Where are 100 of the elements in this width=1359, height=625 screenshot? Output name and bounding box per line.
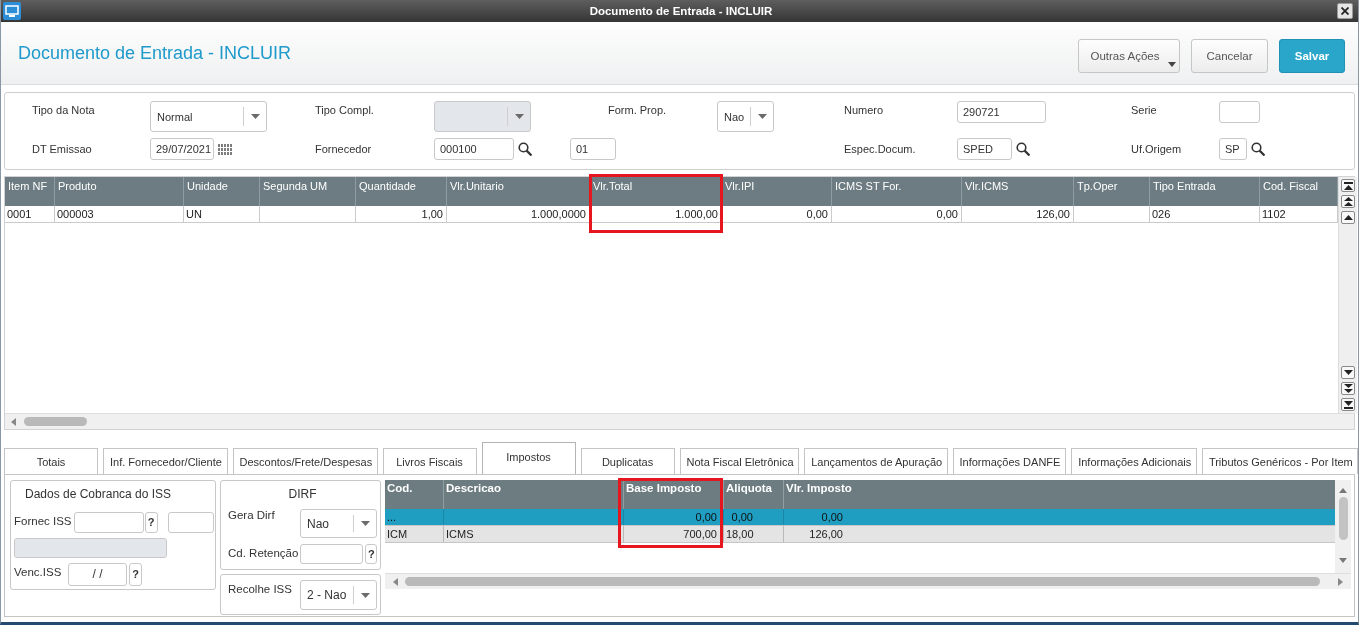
group-title: DIRF [287,487,318,502]
table-cell: 126,00 [962,206,1074,223]
field-label: Tipo Compl. [314,103,375,116]
tab[interactable]: Impostos [481,442,576,474]
column-header: Vlr. Imposto [786,482,852,494]
input-field[interactable] [167,511,214,534]
input-field[interactable]: SPED [957,138,1012,160]
scroll-up-button[interactable] [1341,211,1355,224]
field-label: Tipo da Nota [32,103,96,116]
table-cell: 1.000,0000 [447,206,590,223]
scroll-down-button[interactable] [1341,366,1355,379]
tab[interactable]: Nota Fiscal Eletrônica [679,448,800,474]
column-header: Tp.Oper [1077,180,1118,192]
dropdown[interactable]: Nao [717,101,774,132]
field-label: Venc.ISS [14,564,63,578]
tab[interactable]: Descontos/Frete/Despesas [232,448,378,474]
close-button[interactable] [1337,3,1353,19]
cancel-button[interactable]: Cancelar [1191,39,1268,73]
dropdown[interactable]: 2 - Nao [300,580,377,610]
down-to-bar-icon [1343,400,1353,409]
tab[interactable]: Livros Fiscais [382,448,477,474]
help-button[interactable]: ? [144,511,158,534]
scroll-to-top-button[interactable] [1341,179,1355,192]
caret-icon [757,114,767,119]
field-label: DT Emissao [32,143,93,155]
help-button[interactable]: ? [129,562,142,586]
input-field[interactable] [73,511,144,534]
scrollbar-thumb[interactable] [24,417,87,426]
down-triangle-icon[interactable] [1339,558,1347,563]
tab[interactable]: Tributos Genéricos - Por Item [1201,448,1358,474]
page-down-button[interactable] [1341,382,1355,395]
table-row[interactable]: ICM ICMS 700,00 18,00 126,00 [385,526,1335,543]
tab[interactable]: Totais [4,448,98,474]
table-cell: 0,00 [832,206,962,223]
column-header: Produto [58,180,97,192]
monitor-icon [3,2,21,20]
down-triangle-icon [1343,370,1353,375]
dropdown[interactable]: Normal [150,101,267,132]
table-cell-text: 0,00 [820,510,844,525]
table-cell: 1,00 [356,206,447,223]
column-header: Segunda UM [263,180,328,192]
input-field[interactable]: 29/07/2021 [150,138,214,160]
input-field[interactable]: / / [68,562,127,586]
field-label: Espec.Docum. [844,143,917,155]
column-header: Base Imposto [626,482,702,494]
up-to-bar-icon [1343,181,1353,190]
tab[interactable]: Duplicatas [580,448,675,474]
double-down-icon [1343,384,1353,393]
caret-icon [1168,62,1176,67]
caret-icon [514,114,524,119]
caret-icon [360,521,370,526]
input-field[interactable]: SP [1219,138,1247,160]
table-cell: 0001 [5,206,55,223]
search-icon[interactable] [1251,142,1265,156]
table-cell: 18,00 [724,526,784,542]
double-up-icon [1343,197,1353,206]
field-label: Recolhe ISS [228,582,293,595]
right-triangle-icon[interactable] [1338,577,1343,586]
search-icon[interactable] [518,142,532,156]
scroll-to-bottom-button[interactable] [1341,398,1355,411]
tab[interactable]: Inf. Fornecedor/Cliente [103,448,228,474]
table-cell: UN [184,206,260,223]
input-field[interactable]: 000100 [434,138,514,160]
input-field[interactable] [1219,101,1260,123]
group-title: Dados de Cobranca do ISS [24,487,173,502]
column-header: Vlr.Unitario [450,180,504,192]
scrollbar-thumb[interactable] [1338,497,1348,540]
left-triangle-icon[interactable] [393,577,398,586]
left-triangle-icon[interactable] [11,417,16,426]
dropdown[interactable]: Nao [300,509,377,538]
column-header: Quantidade [359,180,416,192]
table-cell: 700,00 [624,526,724,542]
field-label: Numero [844,103,885,116]
tab[interactable]: Informações DANFE [952,448,1067,474]
page-up-button[interactable] [1341,195,1355,208]
field-label: Uf.Origem [1131,143,1183,155]
tab[interactable]: Lançamentos de Apuração [804,448,948,474]
table-cell: 0,00 [624,509,724,525]
field-label: Form. Prop. [607,103,668,116]
search-icon[interactable] [1016,142,1030,156]
up-triangle-icon[interactable] [1339,488,1347,493]
page-title: Documento de Entrada - INCLUIR [18,42,292,64]
input-field[interactable] [300,544,364,564]
table-cell: 1.000,00 [590,206,722,223]
tab[interactable]: Informações Adicionais [1071,448,1197,474]
help-button[interactable]: ? [365,544,378,564]
table-cell: 000003 [55,206,184,223]
input-field[interactable]: 01 [570,138,616,160]
column-header: Item NF [8,180,48,192]
column-header: ICMS ST For. [835,180,902,192]
window-title: Documento de Entrada - INCLUIR [588,5,774,17]
table-cell: ICMS [444,526,624,542]
calendar-icon[interactable] [218,143,232,155]
column-header: Descricao [446,482,501,494]
column-header: Vlr.ICMS [965,180,1009,192]
table-row[interactable]: ... 0,00 0,00 0,00 [385,509,1335,526]
scrollbar-thumb[interactable] [405,577,1320,586]
column-header: Cod. [387,482,413,494]
actions-menu-button[interactable]: Outras Ações [1078,39,1180,73]
input-field[interactable]: 290721 [957,101,1046,123]
